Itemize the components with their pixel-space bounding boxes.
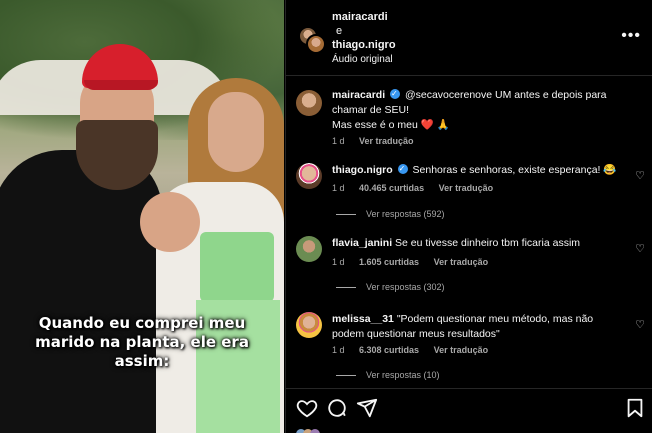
comment-likes[interactable]: 40.465 curtidas (359, 183, 424, 193)
comment-username[interactable]: thiago.nigro (332, 164, 393, 176)
view-replies-button[interactable]: Ver respostas (10) (336, 370, 440, 380)
caption-text: mairacardi @secavocerenove UM antes e de… (332, 86, 628, 133)
caption-time[interactable]: 1 d (332, 136, 345, 146)
comment-meta: 1 d 40.465 curtidas Ver tradução (332, 183, 505, 193)
view-replies-button[interactable]: Ver respostas (302) (336, 282, 445, 292)
translate-link[interactable]: Ver tradução (434, 345, 489, 355)
comment-icon[interactable] (326, 397, 348, 419)
post-side-panel: mairacardi e thiago.nigro Áudio original… (285, 0, 652, 433)
comment-username[interactable]: flavia_janini (332, 237, 392, 249)
woman-green-top (200, 232, 274, 302)
comment-time[interactable]: 1 d (332, 257, 345, 267)
liked-by-avatars[interactable] (296, 426, 336, 433)
replies-label: Ver respostas (302) (366, 282, 445, 292)
heart-icon[interactable]: ♡ (635, 242, 645, 255)
header-user-1[interactable]: mairacardi (332, 11, 388, 23)
original-audio-link[interactable]: Áudio original (332, 54, 393, 65)
avatar[interactable] (296, 90, 322, 116)
avatar-thiago-nigro[interactable] (306, 34, 326, 54)
avatar[interactable] (296, 236, 322, 262)
comment-text: flavia_janini Se eu tivesse dinheiro tbm… (332, 236, 628, 251)
heart-icon[interactable]: ♡ (635, 169, 645, 182)
comment-likes[interactable]: 6.308 curtidas (359, 345, 419, 355)
header-user-2[interactable]: thiago.nigro (332, 39, 396, 51)
comment-likes[interactable]: 1.605 curtidas (359, 257, 419, 267)
header-connector: e (336, 25, 343, 37)
comment-body: Senhoras e senhoras, existe esperança! 😂 (412, 164, 617, 176)
translate-link[interactable]: Ver tradução (359, 136, 414, 146)
replies-divider (336, 375, 356, 377)
translate-link[interactable]: Ver tradução (439, 183, 494, 193)
caption-username[interactable]: mairacardi (332, 89, 385, 101)
caption-meta: 1 d Ver tradução (332, 136, 426, 146)
avatar[interactable] (296, 312, 322, 338)
send-icon[interactable] (356, 397, 378, 419)
more-horizontal-icon[interactable]: ••• (621, 27, 641, 45)
comment-time[interactable]: 1 d (332, 183, 345, 193)
post-media[interactable]: Quando eu comprei meu marido na planta, … (0, 0, 284, 433)
translate-link[interactable]: Ver tradução (434, 257, 489, 267)
woman-face (208, 92, 264, 172)
collab-avatars[interactable] (298, 26, 326, 54)
comment-meta: 1 d 6.308 curtidas Ver tradução (332, 345, 500, 355)
bookmark-icon[interactable] (624, 397, 646, 419)
holding-hands (140, 192, 200, 252)
liker-avatar (310, 429, 320, 433)
media-caption: Quando eu comprei meu marido na planta, … (35, 314, 249, 370)
replies-label: Ver respostas (10) (366, 370, 440, 380)
replies-divider (336, 214, 356, 216)
comment-text: thiago.nigro Senhoras e senhoras, existe… (332, 161, 628, 178)
heart-icon[interactable]: ♡ (635, 318, 645, 331)
replies-label: Ver respostas (592) (366, 209, 445, 219)
post-header: mairacardi e thiago.nigro Áudio original… (286, 0, 652, 76)
verified-badge-icon (397, 161, 408, 176)
red-cap-brim (84, 80, 158, 90)
replies-divider (336, 287, 356, 289)
comment-username[interactable]: melissa__31 (332, 313, 394, 325)
avatar[interactable] (296, 163, 322, 189)
comment-meta: 1 d 1.605 curtidas Ver tradução (332, 257, 500, 267)
heart-icon[interactable] (296, 397, 318, 419)
view-replies-button[interactable]: Ver respostas (592) (336, 209, 445, 219)
caption-body-line-2: Mas esse é o meu ❤️ 🙏 (332, 119, 450, 131)
comment-text: melissa__31 "Podem questionar meu método… (332, 312, 628, 342)
man-figure (0, 150, 162, 433)
verified-badge-icon (390, 86, 401, 101)
post-actions-bar (286, 388, 652, 433)
comment-body: Se eu tivesse dinheiro tbm ficaria assim (395, 237, 581, 249)
comment-time[interactable]: 1 d (332, 345, 345, 355)
